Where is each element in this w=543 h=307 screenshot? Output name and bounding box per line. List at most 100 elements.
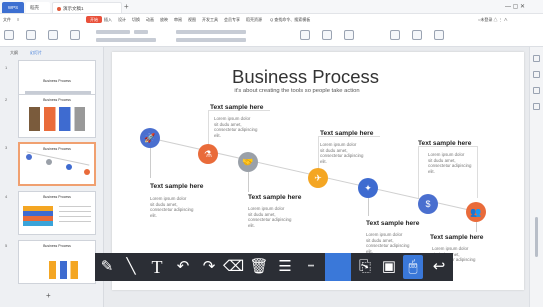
text-line: elit.	[214, 132, 221, 138]
font-name-select[interactable]	[96, 30, 130, 34]
text-line: consectetur adipiscing	[248, 217, 292, 223]
step-2-title[interactable]: Text sample here	[210, 104, 263, 111]
step-6-title[interactable]: Text sample here	[418, 140, 471, 147]
step-7-title[interactable]: Text sample here	[430, 234, 483, 241]
menu-slideshow[interactable]: 放映	[160, 14, 168, 25]
thumb-title: Business Process	[43, 147, 71, 151]
eraser-icon[interactable]: ⌫	[223, 255, 244, 279]
shapes-icon[interactable]	[322, 30, 332, 40]
flask-icon: ⚗	[198, 144, 218, 164]
menu-insert[interactable]: 插入	[104, 14, 112, 25]
puzzle-icon: ✦	[358, 178, 378, 198]
ribbon-toolbar	[0, 25, 543, 47]
tab-slides[interactable]: 幻灯片	[30, 50, 42, 56]
thumb-lines	[59, 206, 91, 226]
slide-thumb-4[interactable]: Business Process	[18, 191, 96, 235]
right-sidebar	[529, 47, 543, 307]
slide-thumbnail-panel: 大纲 幻灯片 1 Business Process 2 Business Pro…	[0, 47, 104, 307]
menu-transition[interactable]: 切换	[132, 14, 140, 25]
step-5-text[interactable]: Lorem ipsum dolor sit dudu amet, consect…	[366, 232, 409, 254]
settings-icon[interactable]	[533, 103, 540, 110]
new-slide-icon[interactable]	[26, 30, 36, 40]
new-tab-button[interactable]: +	[124, 2, 129, 12]
menu-member[interactable]: 会员专享	[224, 14, 240, 25]
text-line: elit.	[150, 212, 157, 218]
text-line: elit.	[248, 222, 255, 228]
annotation-toolbar: ✎ ╲ T ↶ ↷ ⌫ 🗑 ☰ ┅ ⎘ ▣ 🖱 ↩	[95, 253, 453, 281]
mouse-icon[interactable]: 🖱	[403, 255, 423, 279]
pen-icon[interactable]: ✎	[97, 255, 117, 279]
redo-icon[interactable]: ↷	[199, 255, 219, 279]
image-icon[interactable]: ▣	[379, 255, 399, 279]
menu-docer-resources[interactable]: 稻壳资源	[246, 14, 262, 25]
step-4-title[interactable]: Text sample here	[320, 130, 373, 137]
tab-presentation-label: 演示文稿1	[63, 6, 84, 11]
step-3-title[interactable]: Text sample here	[248, 194, 301, 201]
people-icon: 👥	[466, 202, 486, 222]
thumb-figures	[29, 107, 85, 131]
vertical-scrollbar[interactable]	[535, 217, 538, 257]
alignment-group[interactable]	[176, 38, 246, 42]
text-line: consectetur adipiscing	[366, 243, 410, 249]
step-6-text[interactable]: Lorem ipsum dolor sit dudu amet, consect…	[428, 152, 471, 174]
step-2-text[interactable]: Lorem ipsum dolor sit dudu amet, consect…	[214, 116, 257, 138]
step-3-text[interactable]: Lorem ipsum dolor sit dudu amet, consect…	[248, 206, 291, 228]
app-window: WPS 稻壳 演示文稿1 + — ▢ ✕ 文件 ≡ 开始 插入 设计 切换 动画…	[0, 0, 543, 307]
select-icon[interactable]	[412, 30, 422, 40]
step-5-title[interactable]: Text sample here	[366, 220, 419, 227]
thumb-dot	[26, 154, 32, 160]
picture-icon[interactable]	[434, 30, 444, 40]
color-icon[interactable]	[325, 253, 351, 281]
menu-bar: 文件 ≡ 开始 插入 设计 切换 动画 放映 审阅 视图 开发工具 会员专享 稻…	[0, 14, 543, 25]
slide-thumb-3[interactable]: Business Process	[18, 142, 96, 186]
menu-review[interactable]: 审阅	[174, 14, 182, 25]
paragraph-group[interactable]	[176, 30, 246, 34]
slide-thumb-2[interactable]: Business Process	[18, 94, 96, 138]
menu-animation[interactable]: 动画	[146, 14, 154, 25]
menu-right-controls[interactable]: ○未登录 △ ⋮ ∧	[478, 14, 508, 25]
font-format-group[interactable]	[96, 38, 156, 42]
presentation-icon	[57, 6, 61, 11]
animation-icon[interactable]	[533, 87, 540, 94]
menu-design[interactable]: 设计	[118, 14, 126, 25]
thumb-process-line	[26, 151, 90, 166]
menu-hamburger[interactable]: ≡	[17, 14, 19, 25]
line-icon[interactable]: ╲	[121, 255, 141, 279]
text-icon[interactable]: T	[147, 255, 167, 279]
layout-icon[interactable]	[48, 30, 58, 40]
thumb-title: Business Process	[43, 79, 71, 83]
section-icon[interactable]	[70, 30, 80, 40]
menu-icon[interactable]: ☰	[275, 255, 295, 279]
tab-home[interactable]: WPS	[2, 2, 24, 13]
paste-icon[interactable]	[4, 30, 14, 40]
delete-icon[interactable]: 🗑	[249, 255, 269, 279]
tab-docer[interactable]: 稻壳	[26, 2, 50, 13]
search-command[interactable]: Q 查找命令、搜索模板	[270, 14, 310, 25]
rocket-icon: 🚀	[140, 128, 160, 148]
menu-file[interactable]: 文件	[3, 14, 11, 25]
step-1-title[interactable]: Text sample here	[150, 183, 203, 190]
style-icon[interactable]	[533, 71, 540, 78]
screenshot-icon[interactable]: ⎘	[355, 255, 375, 279]
tab-presentation[interactable]: 演示文稿1	[52, 2, 122, 13]
menu-developer[interactable]: 开发工具	[202, 14, 218, 25]
add-slide-button[interactable]: +	[46, 291, 51, 300]
arrange-icon[interactable]	[344, 30, 354, 40]
tab-outline[interactable]: 大纲	[10, 50, 18, 56]
step-1-text[interactable]: Lorem ipsum dolor sit dudu amet, consect…	[150, 196, 193, 218]
money-bag-icon: $	[418, 194, 438, 214]
thumb-dot	[46, 159, 52, 165]
menu-start[interactable]: 开始	[86, 16, 102, 23]
slide-thumb-5[interactable]: Business Process	[18, 240, 96, 284]
font-size-select[interactable]	[134, 30, 148, 34]
exit-icon[interactable]: ↩	[429, 255, 449, 279]
text-line: elit.	[428, 168, 435, 174]
find-replace-icon[interactable]	[390, 30, 400, 40]
undo-icon[interactable]: ↶	[173, 255, 193, 279]
line-style-icon[interactable]: ┅	[301, 255, 321, 279]
step-4-text[interactable]: Lorem ipsum dolor sit dudu amet, consect…	[320, 142, 363, 164]
window-controls[interactable]: — ▢ ✕	[505, 2, 525, 12]
property-icon[interactable]	[533, 55, 540, 62]
textbox-icon[interactable]	[300, 30, 310, 40]
menu-view[interactable]: 视图	[188, 14, 196, 25]
